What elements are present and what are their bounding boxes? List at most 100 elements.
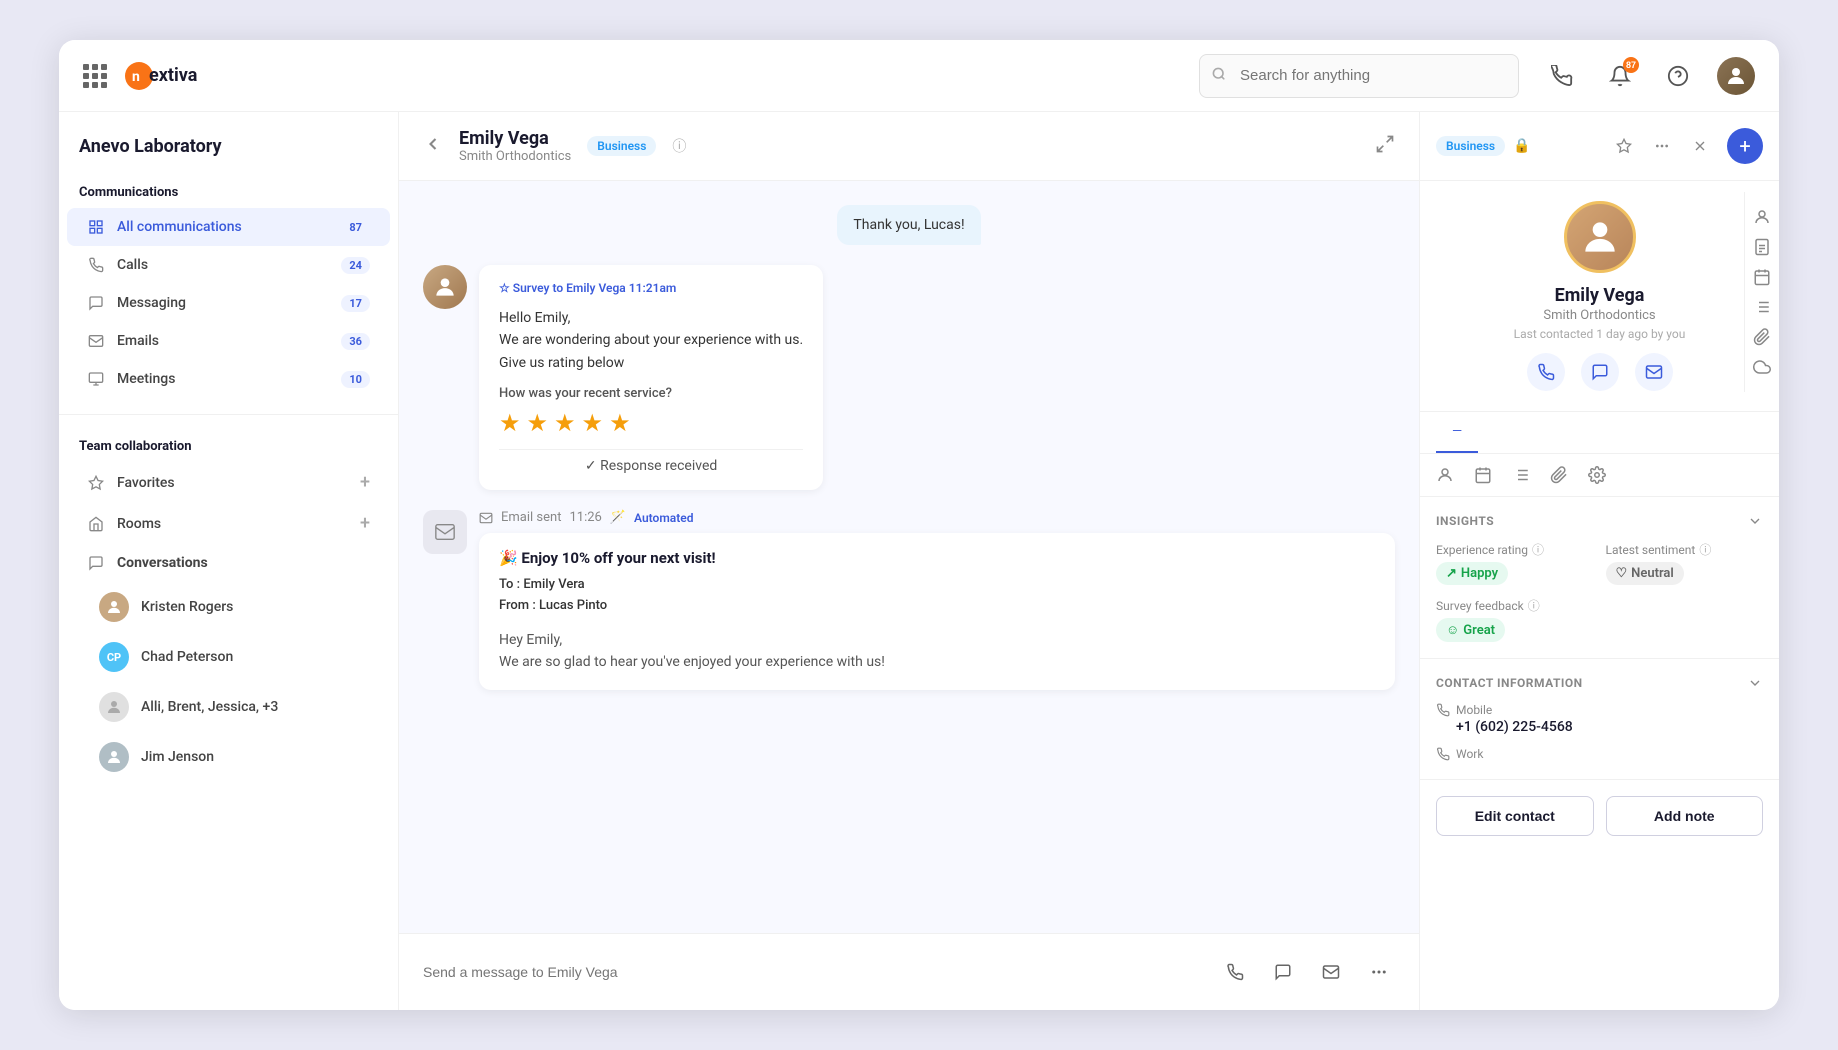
contact-call-btn[interactable] bbox=[1527, 353, 1565, 391]
calendar-panel-icon[interactable] bbox=[1474, 466, 1492, 484]
star-button[interactable] bbox=[1609, 131, 1639, 161]
search-input[interactable] bbox=[1199, 54, 1519, 98]
emails-icon bbox=[87, 332, 105, 350]
contact-info-section: CONTACT INFORMATION Mobile +1 (602) 2 bbox=[1420, 659, 1779, 780]
contact-photo bbox=[1564, 201, 1636, 273]
messaging-badge: 17 bbox=[341, 295, 370, 312]
more-options-button[interactable] bbox=[1363, 956, 1395, 988]
chat-contact-org: Smith Orthodontics bbox=[459, 149, 571, 164]
add-note-button[interactable]: Add note bbox=[1606, 796, 1764, 836]
email-to: Emily Vera bbox=[523, 577, 584, 592]
work-label: Work bbox=[1436, 747, 1763, 761]
survey-feedback-item: Survey feedback ⓘ ☺ Great bbox=[1436, 597, 1763, 642]
settings-panel-icon[interactable] bbox=[1588, 466, 1606, 484]
chat-input[interactable] bbox=[423, 950, 1203, 994]
team-collab-title: Team collaboration bbox=[59, 431, 398, 462]
work-info: Work bbox=[1436, 747, 1763, 763]
grid-menu-icon[interactable] bbox=[83, 64, 107, 88]
notifications-button[interactable]: 87 bbox=[1601, 57, 1639, 95]
conv-jim[interactable]: Jim Jenson bbox=[67, 732, 390, 782]
edit-buttons-row: Edit contact Add note bbox=[1420, 780, 1779, 852]
right-clip-icon[interactable] bbox=[1753, 328, 1771, 346]
logo: n extiva bbox=[123, 60, 243, 92]
survey-feedback-row: Survey feedback ⓘ ☺ Great bbox=[1436, 597, 1763, 642]
alli-name: Alli, Brent, Jessica, +3 bbox=[141, 699, 278, 715]
panel-last-contacted: Last contacted 1 day ago by you bbox=[1514, 327, 1686, 341]
from-label: From : bbox=[499, 598, 536, 613]
survey-sender-avatar bbox=[423, 265, 467, 309]
to-label: To : bbox=[499, 577, 520, 592]
contact-info-header[interactable]: CONTACT INFORMATION bbox=[1436, 675, 1763, 691]
email-body-line1: Hey Emily, bbox=[499, 629, 1375, 651]
user-avatar[interactable] bbox=[1717, 57, 1755, 95]
response-received: ✓ Response received bbox=[499, 449, 803, 474]
automated-badge: Automated bbox=[634, 511, 693, 525]
right-calendar-icon[interactable] bbox=[1753, 268, 1771, 286]
conv-kristen[interactable]: Kristen Rogers bbox=[67, 582, 390, 632]
sidebar-item-all-communications[interactable]: All communications 87 bbox=[67, 208, 390, 246]
close-panel-button[interactable] bbox=[1685, 131, 1715, 161]
sidebar-item-messaging[interactable]: Messaging 17 bbox=[67, 284, 390, 322]
right-panel-header: Business 🔒 bbox=[1420, 112, 1779, 181]
email-footer-button[interactable] bbox=[1315, 956, 1347, 988]
info-icon[interactable]: ⓘ bbox=[672, 136, 686, 156]
star-5: ★ bbox=[609, 409, 631, 437]
panel-business-badge: Business bbox=[1436, 136, 1505, 156]
email-sent-label: Email sent bbox=[501, 510, 561, 525]
survey-to-label: Survey to bbox=[513, 281, 563, 295]
notification-badge: 87 bbox=[1623, 57, 1639, 73]
meetings-icon bbox=[87, 370, 105, 388]
tab-details[interactable]: — bbox=[1436, 412, 1478, 453]
right-list-icon[interactable] bbox=[1753, 298, 1771, 316]
star-2: ★ bbox=[527, 409, 549, 437]
help-button[interactable] bbox=[1659, 57, 1697, 95]
favorites-add-btn[interactable]: + bbox=[360, 472, 370, 493]
search-bar bbox=[1199, 54, 1519, 98]
panel-add-button[interactable]: + bbox=[1727, 128, 1763, 164]
sidebar: Anevo Laboratory Communications All comm… bbox=[59, 112, 399, 1010]
more-panel-button[interactable] bbox=[1647, 131, 1677, 161]
email-event-content: Email sent 11:26 🪄 Automated 🎉 Enjoy 10%… bbox=[479, 510, 1395, 689]
sidebar-item-calls[interactable]: Calls 24 bbox=[67, 246, 390, 284]
sidebar-item-rooms[interactable]: Rooms + bbox=[67, 503, 390, 544]
insights-header[interactable]: INSIGHTS bbox=[1436, 513, 1763, 529]
contact-msg-btn[interactable] bbox=[1581, 353, 1619, 391]
calls-label: Calls bbox=[117, 257, 148, 273]
panel-tabs: — bbox=[1420, 412, 1779, 454]
rooms-add-btn[interactable]: + bbox=[360, 513, 370, 534]
collapse-panel-button[interactable] bbox=[1375, 134, 1395, 159]
right-panel: Business 🔒 bbox=[1419, 112, 1779, 1010]
panel-contact-org: Smith Orthodontics bbox=[1543, 308, 1655, 323]
email-subject: 🎉 Enjoy 10% off your next visit! bbox=[499, 549, 1375, 567]
contact-email-btn[interactable] bbox=[1635, 353, 1673, 391]
attachment-panel-icon[interactable] bbox=[1550, 466, 1568, 484]
email-body: Hey Emily, We are so glad to hear you've… bbox=[499, 629, 1375, 674]
list-panel-icon[interactable] bbox=[1512, 466, 1530, 484]
right-cloud-icon[interactable] bbox=[1753, 358, 1771, 376]
rooms-icon bbox=[87, 515, 105, 533]
survey-line2: Give us rating below bbox=[499, 352, 803, 374]
back-button[interactable] bbox=[423, 134, 443, 159]
right-person-icon[interactable] bbox=[1753, 208, 1771, 226]
email-sent-time: 11:26 bbox=[569, 510, 601, 525]
contact-info-rows: Mobile +1 (602) 225-4568 Work bbox=[1436, 703, 1763, 763]
call-footer-button[interactable] bbox=[1219, 956, 1251, 988]
panel-contact-name: Emily Vega bbox=[1555, 285, 1645, 306]
latest-sentiment-label: Latest sentiment ⓘ bbox=[1606, 541, 1764, 558]
svg-text:extiva: extiva bbox=[149, 65, 198, 86]
top-nav: n extiva bbox=[59, 40, 1779, 112]
phone-icon-button[interactable] bbox=[1543, 57, 1581, 95]
sidebar-item-meetings[interactable]: Meetings 10 bbox=[67, 360, 390, 398]
sidebar-item-favorites[interactable]: Favorites + bbox=[67, 462, 390, 503]
person-panel-icon[interactable] bbox=[1436, 466, 1454, 484]
conv-alli[interactable]: Alli, Brent, Jessica, +3 bbox=[67, 682, 390, 732]
sidebar-item-conversations-header[interactable]: Conversations bbox=[67, 544, 390, 582]
conv-chad[interactable]: CP Chad Peterson bbox=[67, 632, 390, 682]
insights-title: INSIGHTS bbox=[1436, 514, 1494, 528]
survey-header: ☆ Survey to Emily Vega 11:21am bbox=[499, 281, 803, 295]
edit-contact-button[interactable]: Edit contact bbox=[1436, 796, 1594, 836]
sidebar-item-emails[interactable]: Emails 36 bbox=[67, 322, 390, 360]
chat-footer-msg-button[interactable] bbox=[1267, 956, 1299, 988]
right-doc-icon[interactable] bbox=[1753, 238, 1771, 256]
kristen-name: Kristen Rogers bbox=[141, 599, 233, 615]
